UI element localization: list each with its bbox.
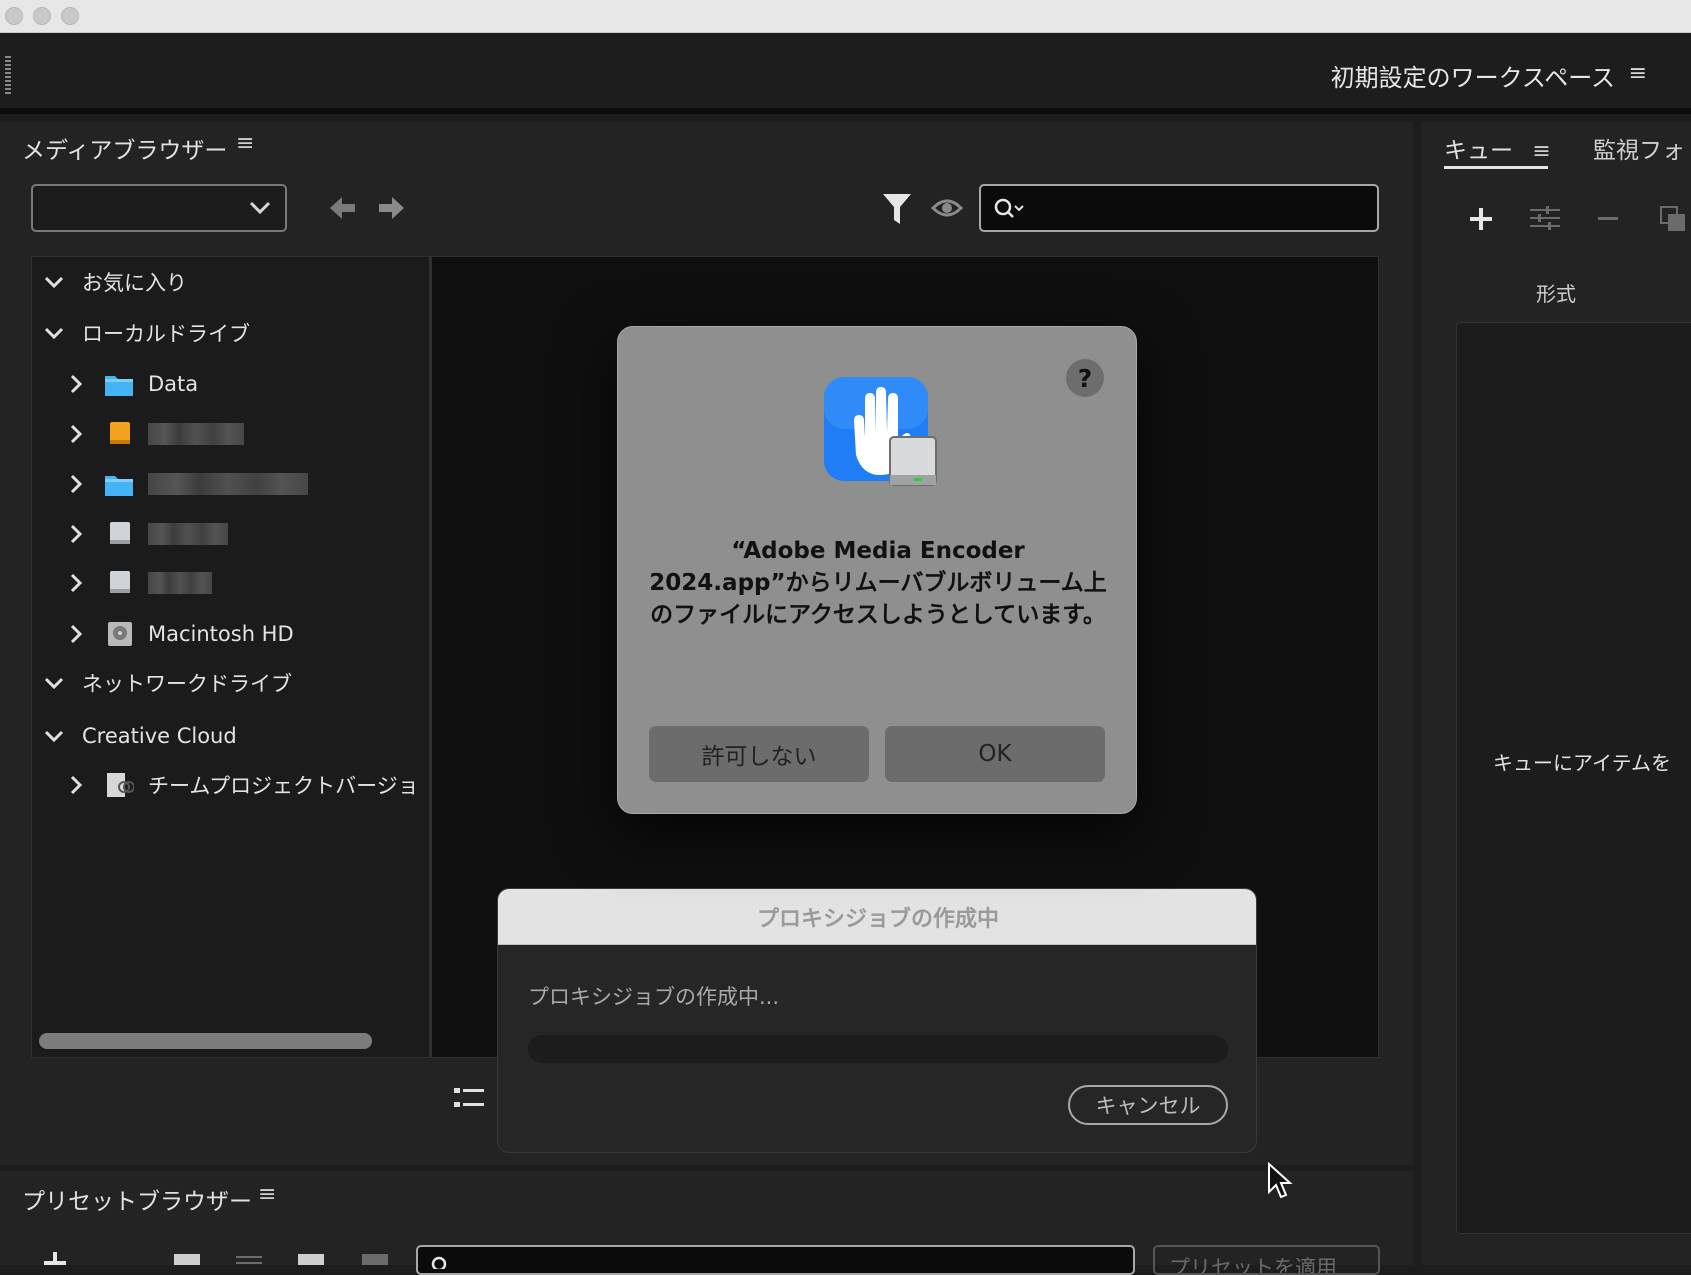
tree-network-drives-label: ネットワークドライブ xyxy=(82,672,292,696)
back-arrow-icon[interactable] xyxy=(330,196,356,220)
deny-button[interactable]: 許可しない xyxy=(649,726,869,782)
active-tab-indicator xyxy=(1444,166,1548,169)
import-icon[interactable] xyxy=(298,1254,324,1265)
media-browser-title: メディアブラウザー xyxy=(22,138,228,164)
media-search-input[interactable] xyxy=(979,184,1379,232)
ok-button[interactable]: OK xyxy=(885,726,1105,782)
tree-item-team-project[interactable]: チームプロジェクトバージョ xyxy=(66,765,419,805)
zoom-window-button[interactable] xyxy=(61,7,79,25)
chevron-right-icon xyxy=(70,474,83,494)
proxy-job-dialog: プロキシジョブの作成中 プロキシジョブの作成中... キャンセル xyxy=(497,888,1257,1153)
duplicate-icon[interactable] xyxy=(1660,206,1686,232)
tab-queue-label: キュー xyxy=(1444,138,1513,164)
export-icon[interactable] xyxy=(362,1254,388,1265)
external-drive-icon xyxy=(110,422,130,444)
folder-icon xyxy=(105,376,133,396)
chevron-right-icon xyxy=(70,775,83,795)
apply-preset-label: プリセットを適用 xyxy=(1169,1256,1337,1275)
chevron-right-icon xyxy=(70,374,83,394)
chevron-down-icon xyxy=(44,327,64,340)
queue-empty-text: キューにアイテムを xyxy=(1493,751,1671,775)
settings-sliders-icon[interactable] xyxy=(1530,206,1560,230)
chevron-down-icon xyxy=(44,730,64,743)
tree-item-label: Macintosh HD xyxy=(148,622,294,646)
folder-icon xyxy=(105,476,133,496)
tree-creative-cloud-label: Creative Cloud xyxy=(82,724,237,748)
tree-item-label: Data xyxy=(148,372,199,396)
tree-item-drive[interactable] xyxy=(66,414,244,454)
tree-favorites[interactable]: お気に入り xyxy=(44,262,187,302)
redacted-label xyxy=(148,473,308,495)
external-drive-icon xyxy=(110,571,130,593)
preset-browser-title: プリセットブラウザー xyxy=(22,1189,252,1215)
proxy-progress-bar xyxy=(528,1035,1228,1063)
chevron-down-icon xyxy=(44,276,64,289)
preset-search-input[interactable] xyxy=(416,1245,1135,1275)
settings-sliders-icon[interactable] xyxy=(236,1254,262,1265)
queue-list[interactable] xyxy=(1456,322,1691,1234)
tree-item-drive[interactable] xyxy=(66,563,212,603)
chevron-right-icon xyxy=(70,573,83,593)
proxy-dialog-title: プロキシジョブの作成中 xyxy=(498,889,1256,945)
team-project-icon xyxy=(107,773,134,797)
tree-favorites-label: お気に入り xyxy=(82,271,187,295)
privacy-hand-icon xyxy=(824,377,937,486)
workspace-title[interactable]: 初期設定のワークスペース xyxy=(1331,58,1615,93)
tree-item-macintosh-hd[interactable]: Macintosh HD xyxy=(66,614,294,654)
redacted-label xyxy=(148,423,244,445)
add-icon[interactable] xyxy=(1470,208,1492,230)
column-format[interactable]: 形式 xyxy=(1536,278,1576,307)
mouse-pointer-icon xyxy=(1268,1162,1293,1199)
tab-watch-folders[interactable]: 監視フォ xyxy=(1593,131,1685,165)
window-titlebar xyxy=(0,0,1691,33)
tree-creative-cloud[interactable]: Creative Cloud xyxy=(44,716,237,756)
chevron-down-icon xyxy=(249,201,271,215)
eye-icon[interactable] xyxy=(931,196,963,220)
tree-local-drives[interactable]: ローカルドライブ xyxy=(44,313,250,353)
tree-item-label: チームプロジェクトバージョ xyxy=(148,774,419,798)
panel-menu-icon[interactable]: ≡ xyxy=(1532,139,1550,164)
tree-local-drives-label: ローカルドライブ xyxy=(82,322,250,346)
forward-arrow-icon[interactable] xyxy=(378,196,404,220)
list-view-icon[interactable] xyxy=(454,1086,484,1110)
permission-dialog: ? “Adobe Media Encoder 2024.app”からリムーバブル… xyxy=(617,326,1137,814)
tree-horizontal-scrollbar[interactable] xyxy=(39,1033,372,1049)
tree-item-drive[interactable] xyxy=(66,514,228,554)
apply-preset-button[interactable]: プリセットを適用 xyxy=(1153,1245,1380,1275)
drag-grip-icon[interactable] xyxy=(5,56,11,94)
chevron-down-icon xyxy=(44,677,64,690)
chevron-right-icon xyxy=(70,424,83,444)
tree-network-drives[interactable]: ネットワークドライブ xyxy=(44,663,292,703)
search-icon xyxy=(994,198,1024,218)
cancel-button[interactable]: キャンセル xyxy=(1068,1085,1228,1125)
search-icon xyxy=(431,1256,447,1269)
location-dropdown[interactable] xyxy=(31,184,287,232)
filter-icon[interactable] xyxy=(882,192,912,226)
close-window-button[interactable] xyxy=(5,7,23,25)
chevron-right-icon xyxy=(70,524,83,544)
redacted-label xyxy=(148,523,228,545)
external-drive-icon xyxy=(110,522,130,544)
tree-item-data[interactable]: Data xyxy=(66,364,198,404)
panel-menu-icon[interactable]: ≡ xyxy=(258,1182,276,1207)
proxy-status-text: プロキシジョブの作成中... xyxy=(528,985,780,1009)
panel-menu-icon[interactable]: ≡ xyxy=(236,131,254,156)
help-button[interactable]: ? xyxy=(1066,359,1104,397)
folder-icon[interactable] xyxy=(174,1254,200,1265)
minimize-window-button[interactable] xyxy=(33,7,51,25)
tree-item-folder[interactable] xyxy=(66,464,308,504)
redacted-label xyxy=(148,572,212,594)
workspace-menu-icon[interactable]: ≡ xyxy=(1629,63,1647,85)
remove-icon[interactable] xyxy=(1598,217,1618,221)
workspace-bar: 初期設定のワークスペース ≡ xyxy=(0,34,1691,114)
permission-message: “Adobe Media Encoder 2024.app”からリムーバブルボリ… xyxy=(649,538,1107,628)
hard-drive-icon xyxy=(108,622,132,646)
tab-queue[interactable]: キュー ≡ xyxy=(1444,131,1551,165)
add-icon[interactable] xyxy=(44,1252,66,1265)
chevron-right-icon xyxy=(70,624,83,644)
